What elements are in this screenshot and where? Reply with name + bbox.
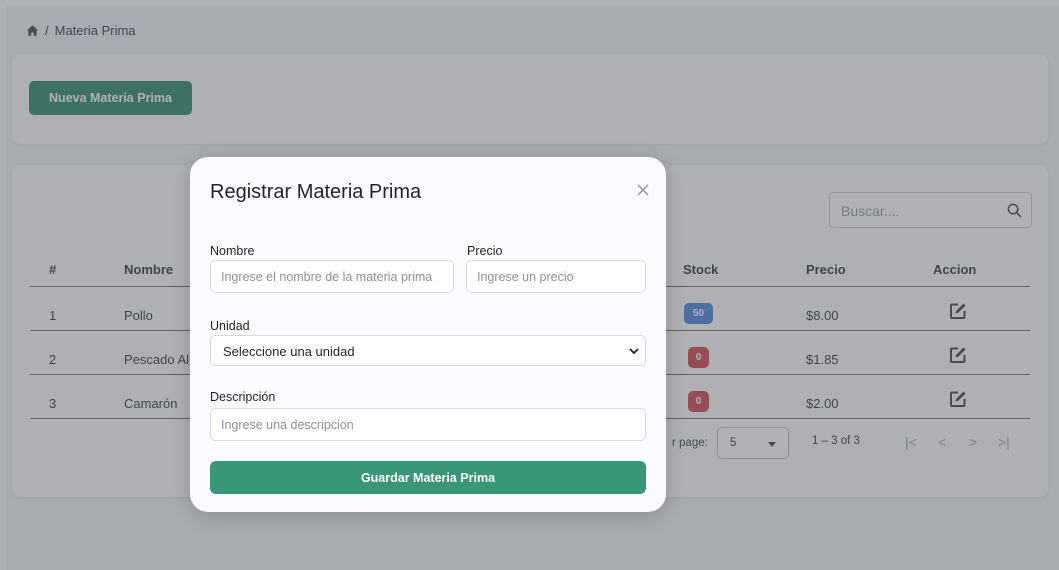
nombre-label: Nombre (210, 244, 255, 258)
unidad-label: Unidad (210, 319, 250, 333)
descripcion-input[interactable]: Ingrese una descripcion (210, 408, 646, 441)
register-materia-prima-modal: Registrar Materia Prima Nombre Ingrese e… (190, 157, 666, 512)
chevron-down-icon (629, 348, 639, 355)
modal-title: Registrar Materia Prima (210, 181, 422, 203)
descripcion-label: Descripción (210, 390, 276, 404)
save-materia-prima-button[interactable]: Guardar Materia Prima (210, 461, 646, 494)
precio-label: Precio (467, 244, 503, 258)
unidad-selected-value: Seleccione una unidad (223, 344, 355, 359)
close-icon[interactable] (637, 184, 649, 196)
nombre-input[interactable]: Ingrese el nombre de la materia prima (210, 260, 454, 293)
unidad-select[interactable]: Seleccione una unidad (210, 335, 646, 366)
precio-input[interactable]: Ingrese un precio (466, 260, 646, 293)
